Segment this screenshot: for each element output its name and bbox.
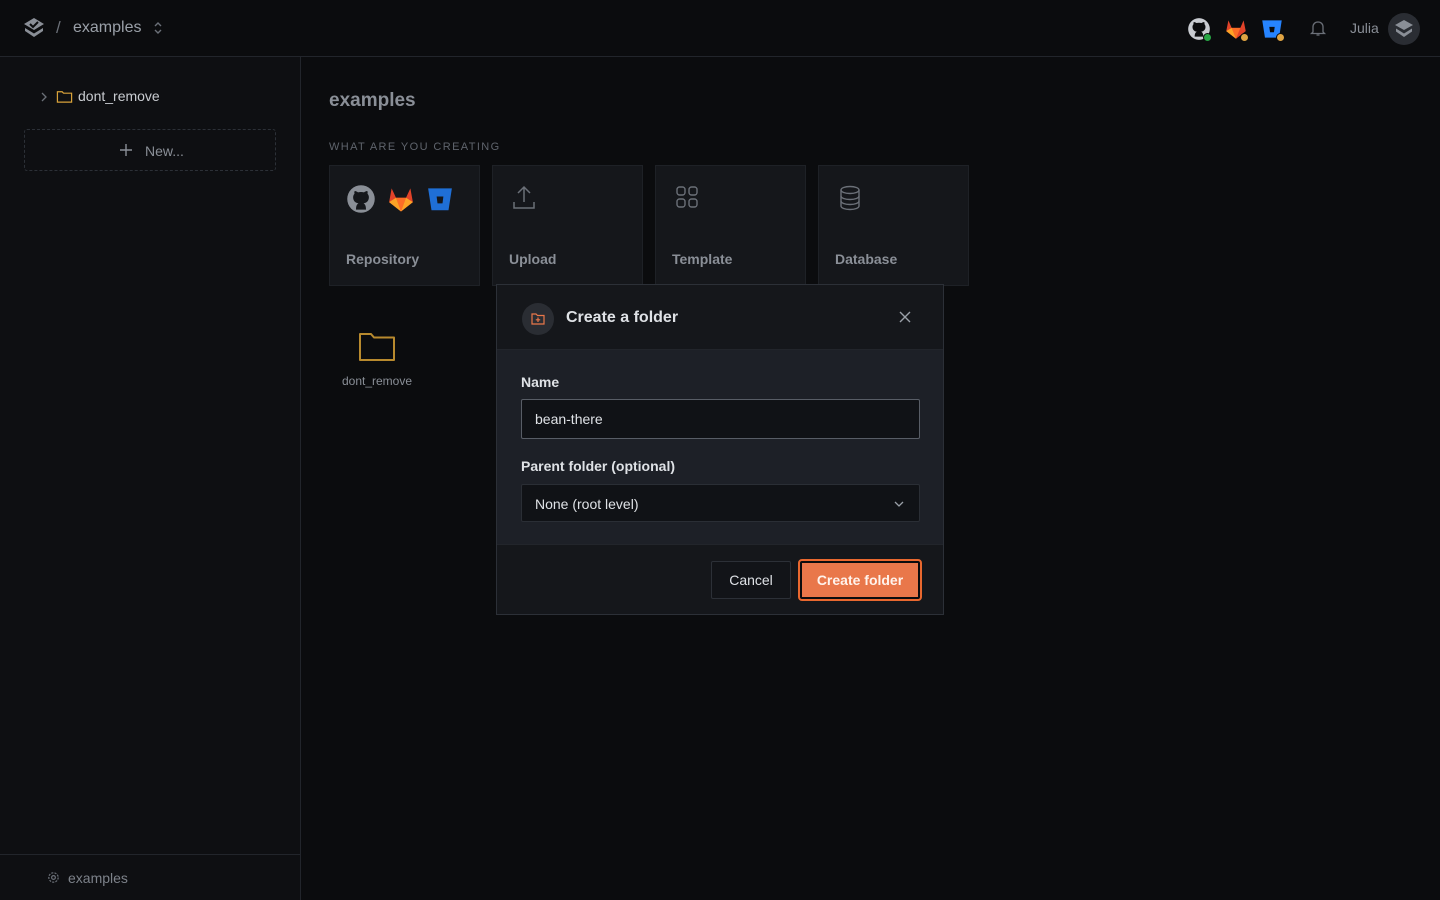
user-name[interactable]: Julia [1350, 20, 1379, 36]
dialog-footer: Cancel Create folder [497, 544, 943, 614]
avatar[interactable] [1388, 13, 1420, 45]
sidebar: dont_remove New... examples [0, 57, 301, 900]
close-icon[interactable] [896, 308, 914, 326]
card-template[interactable]: Template [655, 165, 806, 286]
dialog-body: Name Parent folder (optional) None (root… [497, 350, 943, 544]
page-title: examples [329, 90, 416, 111]
folder-tile-dont-remove[interactable]: dont_remove [329, 325, 425, 395]
footer-project-label: examples [68, 870, 128, 886]
bitbucket-icon [428, 188, 452, 211]
bitbucket-integration[interactable] [1259, 16, 1285, 42]
project-switcher-chevron-icon[interactable] [150, 20, 166, 36]
card-label: Database [835, 251, 898, 267]
chevron-down-icon [894, 501, 904, 507]
parent-folder-label: Parent folder (optional) [521, 458, 675, 474]
folder-icon [56, 91, 73, 103]
dialog-badge [522, 303, 554, 335]
gitlab-icon [389, 188, 413, 212]
folder-name-input[interactable] [521, 399, 920, 439]
chevron-right-icon[interactable] [38, 91, 50, 103]
new-button[interactable]: New... [24, 129, 276, 171]
app-logo-icon[interactable] [22, 16, 46, 40]
tree-item-label: dont_remove [78, 88, 160, 104]
avatar-logo-icon [1395, 20, 1413, 37]
card-database[interactable]: Database [818, 165, 969, 286]
create-folder-button[interactable]: Create folder [798, 559, 922, 601]
parent-folder-value: None (root level) [535, 496, 639, 512]
breadcrumb-separator: / [56, 18, 61, 37]
gitlab-status-dot [1240, 33, 1249, 42]
top-bar: / examples Julia [0, 0, 1440, 57]
folder-icon [359, 333, 395, 361]
bitbucket-status-dot [1276, 33, 1285, 42]
card-label: Template [672, 251, 733, 267]
name-field-label: Name [521, 374, 560, 390]
bell-icon[interactable] [1309, 19, 1327, 37]
github-integration[interactable] [1186, 16, 1212, 42]
gear-icon [48, 872, 59, 883]
dialog-title: Create a folder [566, 309, 679, 326]
parent-folder-select[interactable]: None (root level) [521, 484, 920, 522]
github-status-dot [1203, 33, 1212, 42]
plus-icon [120, 144, 132, 156]
card-repository[interactable]: Repository [329, 165, 480, 286]
card-label: Upload [509, 251, 557, 267]
cancel-button[interactable]: Cancel [711, 561, 791, 599]
folder-plus-icon [531, 313, 545, 325]
section-label: WHAT ARE YOU CREATING [329, 141, 501, 153]
folder-label: dont_remove [341, 374, 413, 388]
card-label: Repository [346, 251, 420, 267]
breadcrumb-project[interactable]: examples [73, 19, 141, 37]
new-button-label: New... [145, 143, 184, 159]
database-icon [840, 185, 860, 211]
card-upload[interactable]: Upload [492, 165, 643, 286]
gitlab-integration[interactable] [1223, 16, 1249, 42]
sidebar-footer[interactable]: examples [0, 854, 300, 900]
template-grid-icon [676, 186, 698, 208]
tree-item-dont-remove[interactable]: dont_remove [38, 87, 278, 107]
upload-icon [513, 185, 535, 209]
github-icon [347, 185, 375, 213]
create-folder-dialog: Create a folder Name Parent folder (opti… [496, 284, 944, 615]
dialog-header: Create a folder [497, 285, 943, 350]
